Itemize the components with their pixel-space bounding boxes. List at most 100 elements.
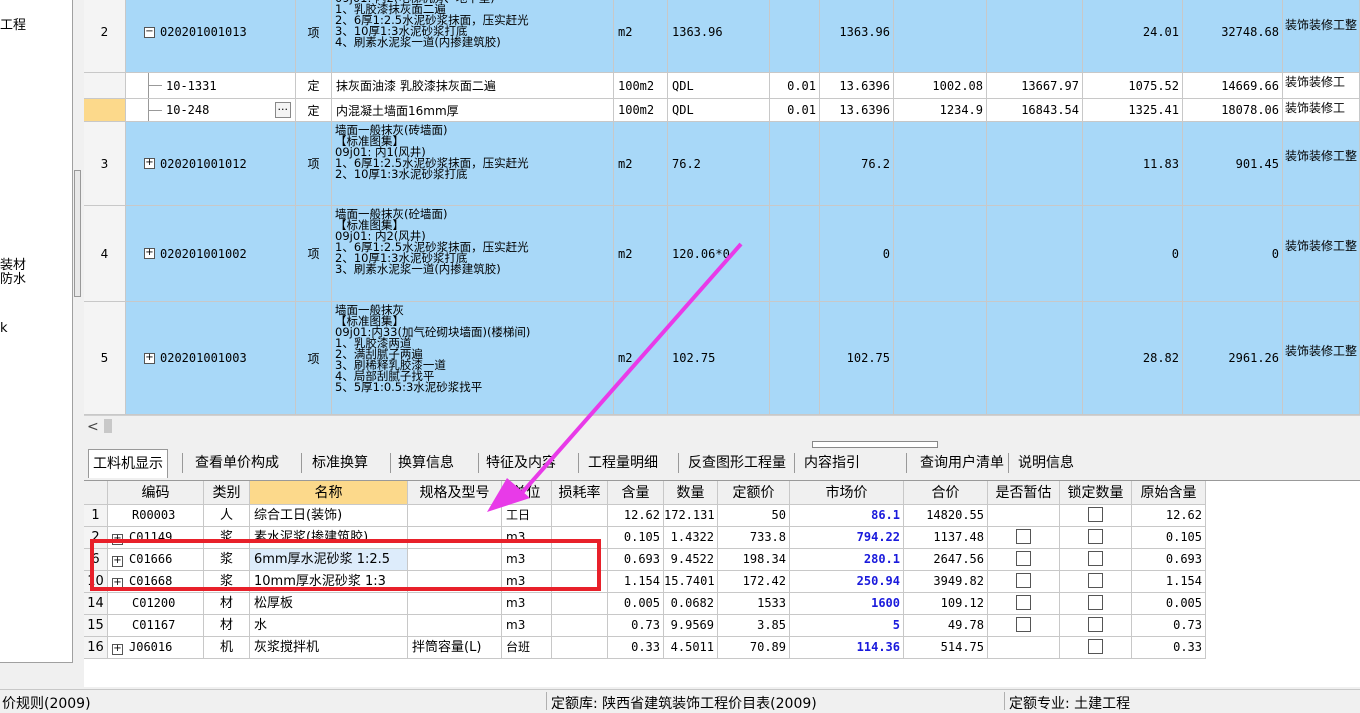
resource-orig[interactable]: 12.62 (1132, 505, 1206, 527)
resource-total[interactable]: 514.75 (904, 637, 988, 659)
qty-cell[interactable] (770, 302, 820, 415)
item-code-cell[interactable]: 10-248 ··· (126, 99, 296, 122)
qty-cell[interactable] (770, 206, 820, 302)
resource-name[interactable]: 松厚板 (250, 593, 408, 615)
qty-cell[interactable]: 0.01 (770, 73, 820, 99)
price-cell[interactable]: 24.01 (1083, 0, 1183, 73)
resource-qty[interactable]: 172.131 (664, 505, 718, 527)
resource-spec[interactable] (408, 593, 502, 615)
qty-cell[interactable] (770, 0, 820, 73)
resource-orig[interactable]: 1.154 (1132, 571, 1206, 593)
price-cell[interactable]: 1075.52 (1083, 73, 1183, 99)
item-type[interactable]: 定 (296, 99, 332, 122)
resource-market[interactable]: 86.1 (790, 505, 904, 527)
lock-qty-checkbox[interactable] (1088, 639, 1103, 654)
resource-orig[interactable]: 0.33 (1132, 637, 1206, 659)
bill-row[interactable]: 3 +020201001012 项 墙面一般抹灰(砖墙面) 【标准图集】 09j01:… (84, 122, 1360, 206)
resource-qty[interactable]: 0.0682 (664, 593, 718, 615)
resource-market[interactable]: 280.1 (790, 549, 904, 571)
column-header-code[interactable]: 编码 (108, 481, 204, 505)
item-unit[interactable]: 100m2 (614, 99, 668, 122)
resource-qty[interactable]: 9.4522 (664, 549, 718, 571)
resource-unit[interactable]: 台班 (502, 637, 552, 659)
collapse-icon[interactable]: − (144, 26, 155, 38)
expand-icon[interactable]: + (112, 644, 123, 655)
item-code-cell[interactable]: +020201001003 (126, 302, 296, 415)
scroll-left-icon[interactable]: < (87, 419, 99, 435)
estimate-checkbox[interactable] (1016, 617, 1031, 632)
resource-row[interactable]: 14 C01200 材松厚板 m3 0.005 0.0682 1533 1600 109.12 0… (84, 593, 1206, 615)
resource-total[interactable]: 49.78 (904, 615, 988, 637)
p2-cell[interactable] (987, 302, 1083, 415)
item-description[interactable]: 抹灰面油漆 乳胶漆抹灰面二遍 (332, 73, 614, 99)
total-cell[interactable]: 14669.66 (1183, 73, 1283, 99)
resource-market[interactable]: 114.36 (790, 637, 904, 659)
column-header-qty[interactable]: 数量 (664, 481, 718, 505)
price-cell[interactable]: 28.82 (1083, 302, 1183, 415)
estimate-checkbox-cell[interactable] (988, 615, 1060, 637)
tab-2[interactable]: 标准换算 (308, 451, 372, 475)
qty2-cell[interactable]: 1363.96 (820, 0, 894, 73)
expand-icon[interactable]: + (144, 248, 155, 259)
lock-qty-checkbox-cell[interactable] (1060, 527, 1132, 549)
item-description[interactable]: 内混凝土墙面16mm厚 (332, 99, 614, 122)
panel-splitter[interactable] (74, 170, 81, 297)
total-cell[interactable]: 2961.26 (1183, 302, 1283, 415)
resource-category[interactable]: 人 (204, 505, 250, 527)
item-code-cell[interactable]: +020201001012 (126, 122, 296, 206)
resource-total[interactable]: 109.12 (904, 593, 988, 615)
column-header-est[interactable]: 是否暂估 (988, 481, 1060, 505)
bill-row[interactable]: 10-248 ··· 定 内混凝土墙面16mm厚 100m2 QDL 0.01 13.6396… (84, 99, 1360, 122)
profession[interactable]: 装饰装修工整 (1283, 302, 1360, 415)
p1-cell[interactable] (894, 302, 987, 415)
p2-cell[interactable]: 13667.97 (987, 73, 1083, 99)
p1-cell[interactable]: 1002.08 (894, 73, 987, 99)
resource-total[interactable]: 1137.48 (904, 527, 988, 549)
estimate-checkbox-cell[interactable] (988, 593, 1060, 615)
item-description[interactable]: 墙面一般抹灰(砼墙面) 【标准图集】 09j01: 内2(风井) 1、6厚1:2… (332, 206, 614, 302)
resource-category[interactable]: 材 (204, 593, 250, 615)
p2-cell[interactable] (987, 122, 1083, 206)
lock-qty-checkbox[interactable] (1088, 617, 1103, 632)
resource-category[interactable]: 机 (204, 637, 250, 659)
profession[interactable]: 装饰装修工整 (1283, 0, 1360, 73)
resource-total[interactable]: 14820.55 (904, 505, 988, 527)
resource-qty[interactable]: 9.9569 (664, 615, 718, 637)
resource-loss[interactable] (552, 615, 608, 637)
item-code-cell[interactable]: 10-1331 (126, 73, 296, 99)
total-cell[interactable]: 901.45 (1183, 122, 1283, 206)
resource-market[interactable]: 250.94 (790, 571, 904, 593)
resource-qty[interactable]: 15.7401 (664, 571, 718, 593)
resource-quota[interactable]: 198.34 (718, 549, 790, 571)
p2-cell[interactable] (987, 206, 1083, 302)
column-header-content[interactable]: 含量 (608, 481, 664, 505)
price-cell[interactable]: 1325.41 (1083, 99, 1183, 122)
lock-qty-checkbox-cell[interactable] (1060, 637, 1132, 659)
item-description[interactable]: 墙面一般抹灰 【标准图集】 09j01:内33(加气砼砌块墙面)(楼梯间) 1、… (332, 302, 614, 415)
resource-loss[interactable] (552, 505, 608, 527)
price-cell[interactable]: 11.83 (1083, 122, 1183, 206)
column-header-loss[interactable]: 损耗率 (552, 481, 608, 505)
lock-qty-checkbox-cell[interactable] (1060, 571, 1132, 593)
column-header-total[interactable]: 合价 (904, 481, 988, 505)
bill-row[interactable]: 4 +020201001002 项 墙面一般抹灰(砼墙面) 【标准图集】 09j01:… (84, 206, 1360, 302)
resource-content[interactable]: 0.105 (608, 527, 664, 549)
resource-row[interactable]: 15 C01167 材水 m3 0.73 9.9569 3.85 5 49.78 0.73 (84, 615, 1206, 637)
item-type[interactable]: 项 (296, 302, 332, 415)
resource-total[interactable]: 2647.56 (904, 549, 988, 571)
resource-name[interactable]: 水 (250, 615, 408, 637)
qty2-cell[interactable]: 13.6396 (820, 99, 894, 122)
resource-market[interactable]: 1600 (790, 593, 904, 615)
column-header-market[interactable]: 市场价 (790, 481, 904, 505)
qty-cell[interactable] (770, 122, 820, 206)
quantity-expression[interactable]: QDL (668, 73, 770, 99)
expand-icon[interactable]: + (144, 158, 155, 169)
resource-row[interactable]: 16 + J06016 机灰浆搅拌机 拌筒容量(L) 台班 0.33 4.5011 70.89 1… (84, 637, 1206, 659)
item-unit[interactable]: m2 (614, 302, 668, 415)
tab-3[interactable]: 换算信息 (394, 451, 458, 475)
qty2-cell[interactable]: 13.6396 (820, 73, 894, 99)
bill-row[interactable]: 10-1331 定 抹灰面油漆 乳胶漆抹灰面二遍 100m2 QDL 0.01 13.639… (84, 73, 1360, 99)
profession[interactable]: 装饰装修工整 (1283, 122, 1360, 206)
resource-total[interactable]: 3949.82 (904, 571, 988, 593)
item-unit[interactable]: m2 (614, 206, 668, 302)
